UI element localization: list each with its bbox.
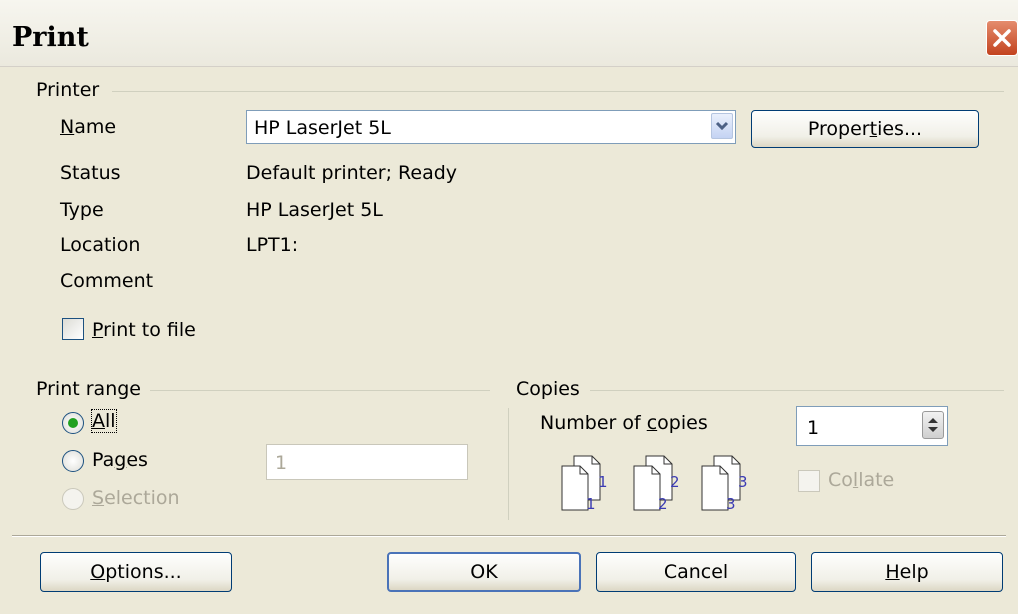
name-label: Name — [60, 116, 117, 138]
help-button[interactable]: Help — [811, 552, 1003, 592]
collate-label: Collate — [828, 469, 895, 491]
close-button[interactable] — [986, 20, 1018, 56]
ok-button[interactable]: OK — [387, 552, 581, 592]
copies-spin-button[interactable] — [922, 411, 944, 439]
printer-group-label: Printer — [36, 79, 106, 101]
location-value: LPT1: — [246, 234, 299, 256]
location-label: Location — [60, 234, 141, 256]
status-label: Status — [60, 162, 121, 184]
collate-checkbox — [798, 470, 820, 492]
print-range-group-label: Print range — [36, 378, 147, 400]
printer-name-value: HP LaserJet 5L — [254, 117, 391, 139]
page-number-label: 1 — [586, 495, 596, 513]
options-button[interactable]: Options... — [40, 552, 232, 592]
page-number-label: 3 — [738, 473, 748, 491]
printer-name-combobox[interactable]: HP LaserJet 5L — [246, 110, 736, 144]
close-icon — [993, 29, 1011, 47]
comment-label: Comment — [60, 270, 154, 292]
page-number-label: 3 — [726, 495, 736, 513]
copies-group-line — [590, 390, 1004, 391]
dialog-title: Print — [12, 22, 89, 53]
copies-value: 1 — [807, 417, 820, 439]
radio-selected-dot — [68, 418, 78, 428]
all-label[interactable]: All — [91, 409, 117, 433]
number-of-copies-label: Number of copies — [540, 412, 708, 434]
button-separator-highlight — [12, 536, 1006, 537]
title-bar: Print — [0, 0, 1018, 67]
page-number-label: 2 — [670, 473, 680, 491]
page-number-label: 1 — [598, 473, 608, 491]
print-to-file-label[interactable]: Print to file — [92, 319, 196, 341]
selection-radio — [62, 488, 84, 510]
print-to-file-checkbox[interactable] — [62, 318, 84, 340]
status-value: Default printer; Ready — [246, 162, 458, 184]
pages-label[interactable]: Pages — [92, 449, 148, 471]
type-label: Type — [60, 199, 104, 221]
page-number-label: 2 — [658, 495, 668, 513]
properties-button[interactable]: Properties... — [751, 110, 979, 148]
printer-group-line — [112, 91, 1004, 92]
print-range-group-line — [150, 390, 490, 391]
pages-input-value: 1 — [275, 452, 288, 474]
pages-radio[interactable] — [62, 450, 84, 472]
copies-group-label: Copies — [516, 378, 586, 400]
all-radio[interactable] — [62, 412, 84, 434]
cancel-button[interactable]: Cancel — [596, 552, 796, 592]
chevron-down-icon — [715, 121, 729, 131]
copies-spinner[interactable]: 1 — [796, 406, 948, 446]
type-value: HP LaserJet 5L — [246, 199, 383, 221]
copies-divider — [508, 408, 509, 520]
selection-label: Selection — [92, 487, 180, 509]
dropdown-button[interactable] — [711, 113, 733, 139]
spin-arrows-icon — [928, 418, 938, 432]
pages-input[interactable]: 1 — [266, 444, 468, 480]
